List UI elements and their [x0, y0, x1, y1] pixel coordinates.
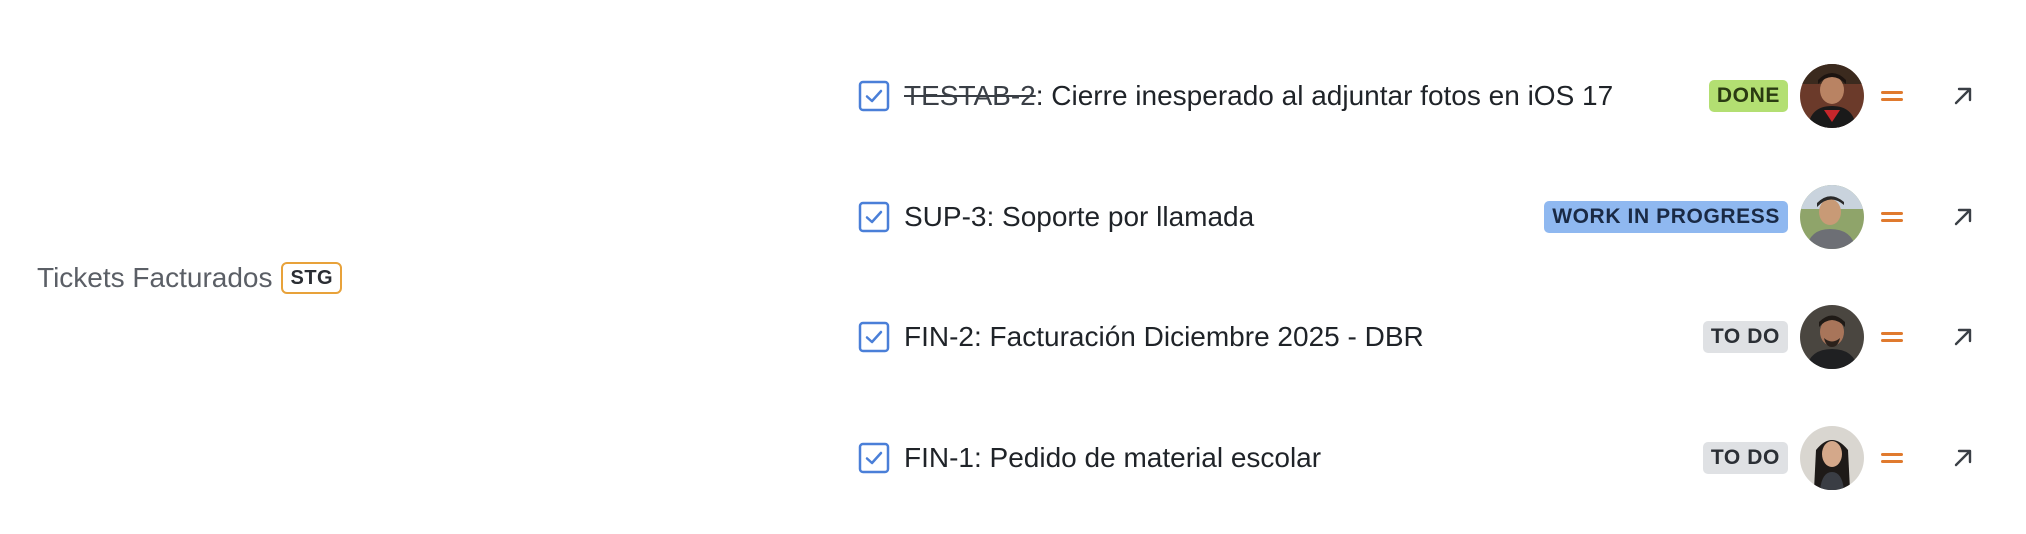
arrow-up-right-icon[interactable]: [1950, 445, 1976, 471]
assignee-avatar[interactable]: [1800, 426, 1864, 490]
arrow-up-right-icon[interactable]: [1950, 204, 1976, 230]
ticket-meta: DONE: [1708, 63, 1978, 129]
ticket-row[interactable]: SUP-3: Soporte por llamada WORK IN PROGR…: [858, 184, 1978, 250]
ticket-summary[interactable]: TESTAB-2: Cierre inesperado al adjuntar …: [904, 80, 1613, 112]
ticket-meta: WORK IN PROGRESS: [1544, 184, 1978, 250]
ticket-list: TESTAB-2: Cierre inesperado al adjuntar …: [858, 0, 1978, 534]
ticket-key[interactable]: FIN-1: [904, 442, 974, 473]
priority-medium-icon: [1881, 332, 1903, 342]
ticket-summary[interactable]: FIN-2: Facturación Diciembre 2025 - DBR: [904, 321, 1424, 353]
ticket-title[interactable]: : Soporte por llamada: [986, 201, 1254, 232]
status-badge[interactable]: WORK IN PROGRESS: [1544, 201, 1788, 233]
ticket-row[interactable]: FIN-2: Facturación Diciembre 2025 - DBR …: [858, 304, 1978, 370]
ticket-summary[interactable]: SUP-3: Soporte por llamada: [904, 201, 1254, 233]
ticket-key[interactable]: FIN-2: [904, 321, 974, 352]
priority-medium-icon: [1881, 91, 1903, 101]
ticket-summary[interactable]: FIN-1: Pedido de material escolar: [904, 442, 1321, 474]
section-header: Tickets Facturados STG: [37, 262, 343, 294]
environment-badge: STG: [281, 262, 343, 294]
task-checkbox-icon: [858, 201, 890, 233]
task-checkbox-icon: [858, 80, 890, 112]
priority-medium-icon: [1881, 453, 1903, 463]
ticket-key[interactable]: TESTAB-2: [904, 80, 1036, 111]
ticket-meta: TO DO: [1702, 304, 1978, 370]
ticket-title[interactable]: : Pedido de material escolar: [974, 442, 1321, 473]
page: Tickets Facturados STG TESTAB-2: Cierre …: [0, 0, 2026, 534]
arrow-up-right-icon[interactable]: [1950, 83, 1976, 109]
status-badge[interactable]: DONE: [1708, 80, 1788, 112]
assignee-avatar[interactable]: [1800, 185, 1864, 249]
task-checkbox-icon: [858, 321, 890, 353]
ticket-key[interactable]: SUP-3: [904, 201, 986, 232]
status-badge[interactable]: TO DO: [1702, 442, 1788, 474]
ticket-row[interactable]: TESTAB-2: Cierre inesperado al adjuntar …: [858, 63, 1978, 129]
task-checkbox-icon: [858, 442, 890, 474]
ticket-meta: TO DO: [1702, 425, 1978, 491]
status-badge[interactable]: TO DO: [1702, 321, 1788, 353]
arrow-up-right-icon[interactable]: [1950, 324, 1976, 350]
section-title: Tickets Facturados: [37, 262, 273, 293]
ticket-title[interactable]: : Facturación Diciembre 2025 - DBR: [974, 321, 1424, 352]
priority-medium-icon: [1881, 212, 1903, 222]
ticket-row[interactable]: FIN-1: Pedido de material escolar TO DO: [858, 425, 1978, 491]
assignee-avatar[interactable]: [1800, 64, 1864, 128]
ticket-title[interactable]: : Cierre inesperado al adjuntar fotos en…: [1036, 80, 1613, 111]
assignee-avatar[interactable]: [1800, 305, 1864, 369]
